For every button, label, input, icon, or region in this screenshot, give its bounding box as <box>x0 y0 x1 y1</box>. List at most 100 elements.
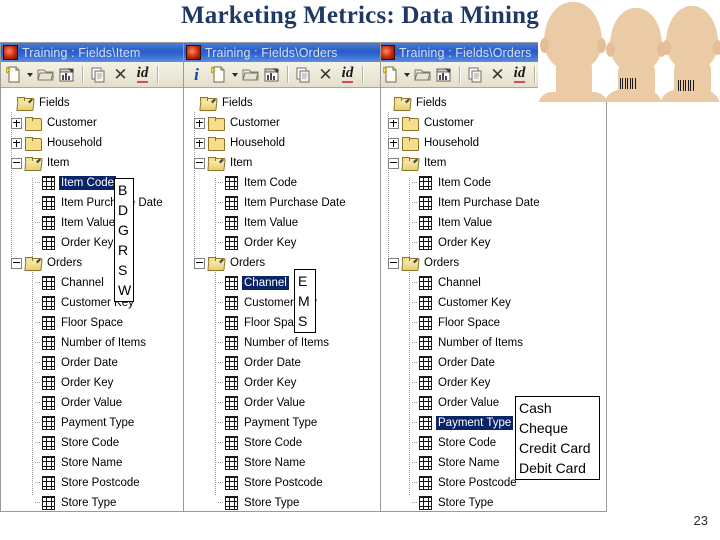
collapse-minus-icon[interactable] <box>11 157 22 169</box>
dropdown-arrow-icon[interactable] <box>230 64 239 86</box>
tree-item[interactable]: Order Date <box>382 353 606 373</box>
tree-group-household[interactable]: Household <box>188 133 380 153</box>
tree-item[interactable]: Order Key <box>5 373 195 393</box>
new-document-icon[interactable] <box>3 64 24 86</box>
tree-item[interactable]: Channel <box>188 273 380 293</box>
tree-item[interactable]: Store Code <box>5 433 195 453</box>
dropdown-option[interactable]: B <box>117 180 131 200</box>
tree-item[interactable]: Floor Space <box>382 313 606 333</box>
delete-x-icon[interactable]: ✕ <box>315 64 336 86</box>
id-icon[interactable]: id <box>337 64 358 86</box>
tree-item[interactable]: Floor Space <box>188 313 380 333</box>
expand-plus-icon[interactable] <box>11 117 22 129</box>
dropdown-arrow-icon[interactable] <box>25 64 34 86</box>
delete-x-icon[interactable]: ✕ <box>487 64 508 86</box>
tree-item[interactable]: Item Value <box>382 213 606 233</box>
report-icon[interactable] <box>434 64 455 86</box>
dropdown-option[interactable]: S <box>297 311 313 331</box>
tree-item[interactable]: Store Postcode <box>5 473 195 493</box>
dropdown-option[interactable]: W <box>117 280 131 300</box>
window-orders-channel[interactable]: Training : Fields\Orders i ✕ id Fields C… <box>183 42 381 512</box>
tree-item[interactable]: Store Postcode <box>188 473 380 493</box>
tree-item[interactable]: Order Key <box>382 233 606 253</box>
tree-item[interactable]: Order Date <box>5 353 195 373</box>
open-folder-icon[interactable] <box>35 64 56 86</box>
open-folder-icon[interactable] <box>240 64 261 86</box>
open-folder-icon[interactable] <box>412 64 433 86</box>
expand-plus-icon[interactable] <box>388 117 399 129</box>
dropdown-option[interactable]: Cheque <box>518 418 597 438</box>
tree-item[interactable]: Store Type <box>188 493 380 511</box>
copy-icon[interactable] <box>293 64 314 86</box>
tree-item[interactable]: Order Key <box>5 233 195 253</box>
field-tree[interactable]: Fields Customer Household Item Item Code… <box>184 88 380 511</box>
tree-group-item[interactable]: Item <box>188 153 380 173</box>
tree-item[interactable]: Order Value <box>5 393 195 413</box>
tree-group-orders[interactable]: Orders <box>5 253 195 273</box>
tree-item[interactable]: Item Code <box>382 173 606 193</box>
tree-group-household[interactable]: Household <box>382 133 606 153</box>
tree-group-customer[interactable]: Customer <box>5 113 195 133</box>
dropdown-option[interactable]: Debit Card <box>518 458 597 478</box>
collapse-minus-icon[interactable] <box>194 257 205 269</box>
tree-item[interactable]: Item Purchase Date <box>5 193 195 213</box>
tree-item[interactable]: Number of Items <box>188 333 380 353</box>
tree-root-fields[interactable]: Fields <box>188 93 380 113</box>
tree-item[interactable]: Channel <box>382 273 606 293</box>
field-tree[interactable]: Fields Customer Household Item Item Code… <box>1 88 195 511</box>
window-item[interactable]: Training : Fields\Item ✕ id Fields Custo… <box>0 42 196 512</box>
dropdown-option[interactable]: E <box>297 271 313 291</box>
expand-plus-icon[interactable] <box>194 117 205 129</box>
tree-item[interactable]: Store Type <box>5 493 195 511</box>
id-icon[interactable]: id <box>509 64 530 86</box>
titlebar[interactable]: Training : Fields\Item <box>1 43 195 62</box>
expand-plus-icon[interactable] <box>11 137 22 149</box>
dropdown-option[interactable]: D <box>117 200 131 220</box>
dropdown-option[interactable]: Credit Card <box>518 438 597 458</box>
new-document-icon[interactable] <box>380 64 401 86</box>
tree-item[interactable]: Number of Items <box>382 333 606 353</box>
value-dropdown-payment-type[interactable]: Cash Cheque Credit Card Debit Card <box>515 396 600 480</box>
tree-item[interactable]: Item Value <box>188 213 380 233</box>
dropdown-option[interactable]: M <box>297 291 313 311</box>
id-icon[interactable]: id <box>132 64 153 86</box>
tree-group-item[interactable]: Item <box>5 153 195 173</box>
tree-item[interactable]: Payment Type <box>188 413 380 433</box>
info-icon[interactable]: i <box>186 64 207 86</box>
toolbar[interactable]: i ✕ id <box>184 62 380 88</box>
new-document-icon[interactable] <box>208 64 229 86</box>
tree-item[interactable]: Customer Key <box>382 293 606 313</box>
tree-item[interactable]: Store Type <box>382 493 606 511</box>
tree-item[interactable]: Order Key <box>188 233 380 253</box>
tree-group-item[interactable]: Item <box>382 153 606 173</box>
value-dropdown-channel[interactable]: E M S <box>294 269 316 333</box>
report-icon[interactable] <box>57 64 78 86</box>
titlebar[interactable]: Training : Fields\Orders <box>184 43 380 62</box>
collapse-minus-icon[interactable] <box>11 257 22 269</box>
tree-group-orders[interactable]: Orders <box>188 253 380 273</box>
dropdown-option[interactable]: G <box>117 220 131 240</box>
tree-group-customer[interactable]: Customer <box>382 113 606 133</box>
value-dropdown-item-code[interactable]: B D G R S W <box>114 178 134 302</box>
dropdown-option[interactable]: Cash <box>518 398 597 418</box>
expand-plus-icon[interactable] <box>194 137 205 149</box>
tree-root-fields[interactable]: Fields <box>5 93 195 113</box>
collapse-minus-icon[interactable] <box>388 157 399 169</box>
tree-group-customer[interactable]: Customer <box>188 113 380 133</box>
copy-icon[interactable] <box>88 64 109 86</box>
tree-item[interactable]: Floor Space <box>5 313 195 333</box>
dropdown-arrow-icon[interactable] <box>402 64 411 86</box>
collapse-minus-icon[interactable] <box>388 257 399 269</box>
tree-item[interactable]: Channel <box>5 273 195 293</box>
tree-item[interactable]: Item Code <box>5 173 195 193</box>
report-icon[interactable] <box>262 64 283 86</box>
expand-plus-icon[interactable] <box>388 137 399 149</box>
tree-group-household[interactable]: Household <box>5 133 195 153</box>
tree-item[interactable]: Store Name <box>188 453 380 473</box>
tree-item[interactable]: Order Date <box>188 353 380 373</box>
tree-item[interactable]: Item Code <box>188 173 380 193</box>
dropdown-option[interactable]: R <box>117 240 131 260</box>
dropdown-option[interactable]: S <box>117 260 131 280</box>
tree-item[interactable]: Store Name <box>5 453 195 473</box>
delete-x-icon[interactable]: ✕ <box>110 64 131 86</box>
